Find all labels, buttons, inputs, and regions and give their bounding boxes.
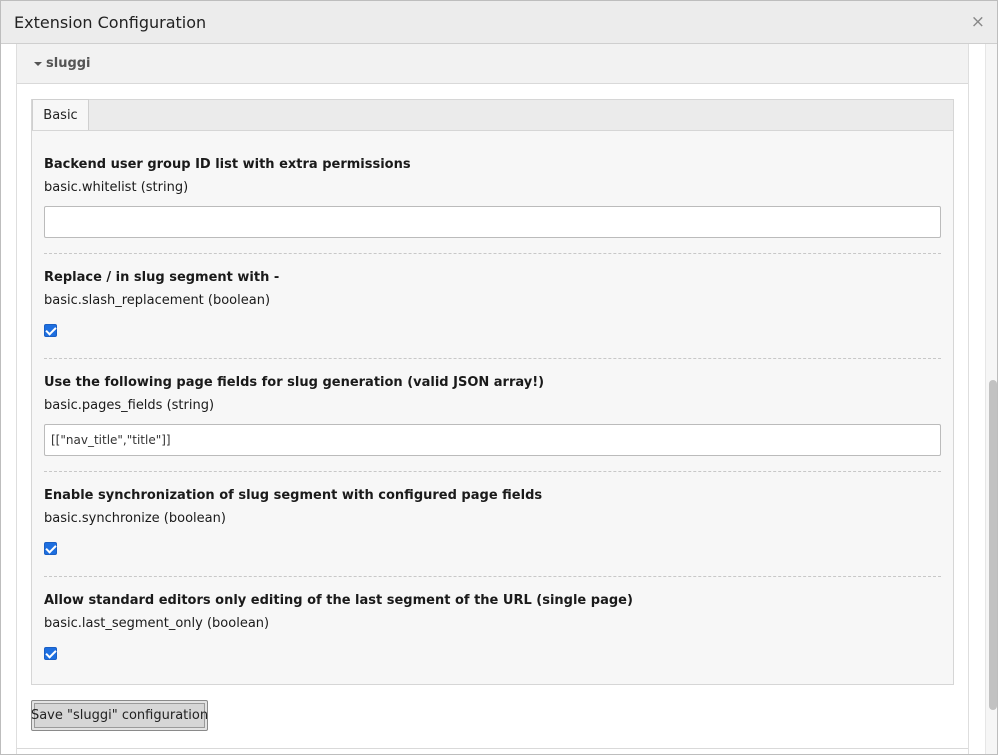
panel-heading-toggle[interactable]: sluggi	[17, 44, 968, 84]
save-configuration-button[interactable]: Save "sluggi" configuration	[31, 700, 208, 731]
tab-content-basic: Backend user group ID list with extra pe…	[31, 130, 954, 685]
field-divider	[44, 253, 941, 254]
last-segment-only-checkbox[interactable]	[44, 647, 57, 660]
field-label-pages-fields: Use the following page fields for slug g…	[44, 375, 545, 390]
field-divider	[44, 576, 941, 577]
field-label-synchronize: Enable synchronization of slug segment w…	[44, 488, 543, 503]
field-key-synchronize: basic.synchronize (boolean)	[44, 511, 226, 526]
field-divider	[44, 471, 941, 472]
field-key-slash-replacement: basic.slash_replacement (boolean)	[44, 293, 271, 308]
whitelist-input[interactable]	[44, 206, 941, 238]
panel-bottom-border	[17, 748, 968, 749]
extension-configuration-modal: Extension Configuration × sluggi Basic B…	[0, 0, 998, 755]
field-label-whitelist: Backend user group ID list with extra pe…	[44, 157, 411, 172]
slash-replacement-checkbox[interactable]	[44, 324, 57, 337]
caret-down-icon	[34, 62, 42, 66]
field-key-pages-fields: basic.pages_fields (string)	[44, 398, 215, 413]
modal-body: sluggi Basic Backend user group ID list …	[1, 44, 985, 754]
field-key-whitelist: basic.whitelist (string)	[44, 180, 189, 195]
tab-basic[interactable]: Basic	[32, 99, 89, 132]
panel-title: sluggi	[46, 56, 91, 71]
extension-panel: sluggi Basic Backend user group ID list …	[16, 44, 969, 754]
pages-fields-input[interactable]	[44, 424, 941, 456]
field-key-last-segment-only: basic.last_segment_only (boolean)	[44, 616, 270, 631]
close-icon[interactable]: ×	[971, 13, 985, 32]
field-label-last-segment-only: Allow standard editors only editing of t…	[44, 593, 633, 608]
save-button-label: Save "sluggi" configuration	[31, 703, 208, 728]
synchronize-checkbox[interactable]	[44, 542, 57, 555]
field-label-slash-replacement: Replace / in slug segment with -	[44, 270, 280, 285]
scrollbar-track[interactable]	[985, 44, 997, 754]
modal-header: Extension Configuration ×	[1, 1, 997, 44]
field-divider	[44, 358, 941, 359]
tab-bar: Basic	[31, 99, 954, 132]
scrollbar-thumb[interactable]	[989, 380, 997, 710]
modal-title: Extension Configuration	[14, 13, 207, 32]
